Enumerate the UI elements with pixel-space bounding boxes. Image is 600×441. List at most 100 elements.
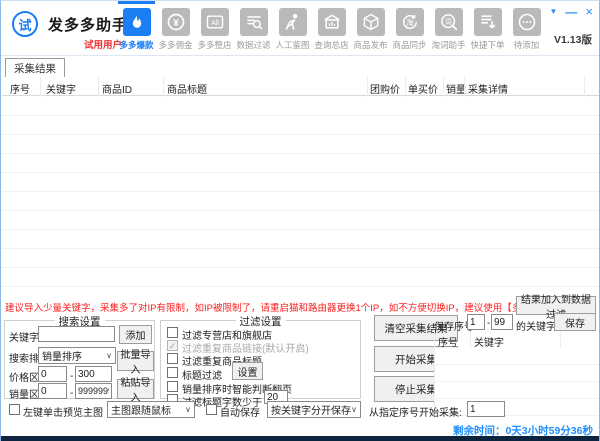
version-label: V1.13版 [554,34,592,46]
toolbar-item-data-filter[interactable]: 数据过滤 [234,1,273,56]
main-toolbar: 多多爆款 ¥ 多多佣金 All 多多整店 数据过滤 人工鉴图 查询总店 商品发布… [117,1,546,56]
status-bar: 剩余时间：0天3小时59分36秒 [1,420,599,437]
save-range-separator: - [487,318,491,329]
toolbar-item-label: 商品发布 [353,40,388,50]
filter-duplicate-link-checkbox[interactable]: ✓ [167,340,178,351]
sales-max-input[interactable] [75,383,112,399]
column-header: 商品ID [102,85,132,96]
minimize-icon[interactable]: — [565,5,577,19]
price-min-input[interactable] [38,366,67,382]
column-header: 采集详情 [468,85,508,96]
toolbar-item-label: 查询总店 [314,40,349,50]
column-header: 关键字 [46,85,76,96]
preview-mode-select[interactable]: 主图跟随鼠标 ∨ [107,401,195,418]
checkbox-label: 标题过滤 [182,371,222,382]
column-header: 序号 [438,338,458,349]
batch-import-button[interactable]: 批量导入 [117,350,154,376]
keyword-label: 关键字: [9,333,42,344]
autosave-checkbox-label: 自动保存 [220,408,260,419]
toolbar-item-product-publish[interactable]: 商品发布 [351,1,390,56]
results-table-header: 序号 关键字 商品ID 商品标题 团购价 单买价 销量 采集详情 [2,77,599,96]
smart-paging-checkbox[interactable] [167,381,178,392]
toolbar-item-label: 多多爆款 [119,40,154,50]
toolbar-item-product-sync[interactable]: 淘 商品同步 [390,1,429,56]
sales-range-separator: - [70,388,74,399]
start-index-input[interactable] [467,401,505,417]
toolbar-item-label: 快捷下单 [470,40,505,50]
column-header: 团购价 [370,85,400,96]
toolbar-item-label: 待添加 [513,40,540,50]
toolbar-item-whole-store[interactable]: All 多多整店 [195,1,234,56]
product-publish-cube-icon [356,8,385,36]
add-keyword-button[interactable]: 添加 [119,325,152,344]
save-button[interactable]: 保存 [554,313,596,331]
keyword-input[interactable] [38,326,115,342]
svg-text:¥: ¥ [173,18,179,29]
preview-mode-value: 主图跟随鼠标 [111,406,171,417]
manual-review-person-icon [278,8,307,36]
column-header: 销量 [446,85,466,96]
sort-select[interactable]: 销量排序 ∨ [38,347,116,364]
app-title: 发多多助手 [48,17,129,34]
all-store-icon: All [200,8,229,36]
toolbar-item-word-helper[interactable]: 词 淘词助手 [429,1,468,56]
search-settings-group: 搜索设置 关键字: 添加 搜索排序: 销量排序 ∨ 批量导入 价格区间: - 销… [4,314,155,404]
product-sync-icon: 淘 [395,8,424,36]
chevron-down-icon: ∨ [351,405,357,414]
autosave-checkbox[interactable] [206,404,217,415]
toolbar-item-commission[interactable]: ¥ 多多佣金 [156,1,195,56]
save-to-input[interactable] [491,314,513,330]
data-filter-icon [239,8,268,36]
paste-import-button[interactable]: 粘贴导入 [117,378,154,404]
toolbar-item-label: 商品同步 [392,40,427,50]
results-table-body [2,97,599,292]
toolbar-item-label: 多多佣金 [158,40,193,50]
toolbar-item-pending[interactable]: 待添加 [507,1,546,56]
toolbar-item-label: 数据过滤 [236,40,271,50]
svg-text:词: 词 [444,18,451,26]
toolbar-item-hot-products[interactable]: 多多爆款 [117,1,156,56]
column-header: 序号 [10,85,30,96]
window-frame-bottom [1,436,599,441]
close-icon[interactable]: × [585,5,593,19]
notice-bar: 建议导入少量关键字，采集多了对IP有限制，如IP被限制了，请重启猫和路由器更换1… [1,292,599,321]
toolbar-item-label: 人工鉴图 [275,40,310,50]
filter-flagship-checkbox[interactable] [167,327,178,338]
autosave-mode-value: 按关键字分开保存 [271,406,351,417]
more-ellipsis-icon [512,8,541,36]
app-window: 试 发多多助手 试用用户 多多爆款 ¥ 多多佣金 All 多多整店 数据过滤 人… [0,0,600,441]
toolbar-item-manual-review[interactable]: 人工鉴图 [273,1,312,56]
column-header: 单买价 [408,85,438,96]
price-range-separator: - [70,371,74,382]
price-max-input[interactable] [75,366,112,382]
preview-checkbox-label: 左键单击预览主图 [23,408,103,419]
column-header: 商品标题 [167,85,207,96]
commission-yen-icon: ¥ [161,8,190,36]
quick-order-icon [473,8,502,36]
start-index-label: 从指定序号开始采集: [369,408,462,419]
toolbar-item-store-query[interactable]: 查询总店 [312,1,351,56]
toolbar-item-quick-order[interactable]: 快捷下单 [468,1,507,56]
svg-text:淘: 淘 [406,17,414,27]
preview-main-image-checkbox[interactable] [9,404,20,415]
autosave-mode-select[interactable]: 按关键字分开保存 ∨ [267,401,361,418]
toolbar-item-label: 淘词助手 [431,40,466,50]
column-header: 关键字 [474,338,504,349]
tao-word-search-icon: 词 [434,8,463,36]
menu-dropdown-icon[interactable]: ▼ [549,5,557,19]
filter-settings-group: 过滤设置 过滤专营店和旗舰店 ✓ 过滤重复商品链接(默认开启) 过滤重复商品标题… [160,314,361,409]
svg-text:All: All [211,19,219,27]
tab-collection-results[interactable]: 采集结果 [5,58,65,77]
active-tab-indicator [118,1,155,4]
flame-icon [122,8,151,36]
header: 试 发多多助手 试用用户 多多爆款 ¥ 多多佣金 All 多多整店 数据过滤 人… [1,1,599,56]
title-filter-checkbox[interactable] [167,367,178,378]
filter-duplicate-title-checkbox[interactable] [167,353,178,364]
save-from-input[interactable] [467,314,485,330]
chevron-down-icon: ∨ [185,405,191,414]
results-table[interactable]: 序号 关键字 商品ID 商品标题 团购价 单买价 销量 采集详情 [2,77,599,292]
sales-min-input[interactable] [38,383,67,399]
trial-logo-icon: 试 [12,11,38,37]
title-filter-settings-button[interactable]: 设置 [232,362,263,380]
chevron-down-icon: ∨ [106,351,112,360]
